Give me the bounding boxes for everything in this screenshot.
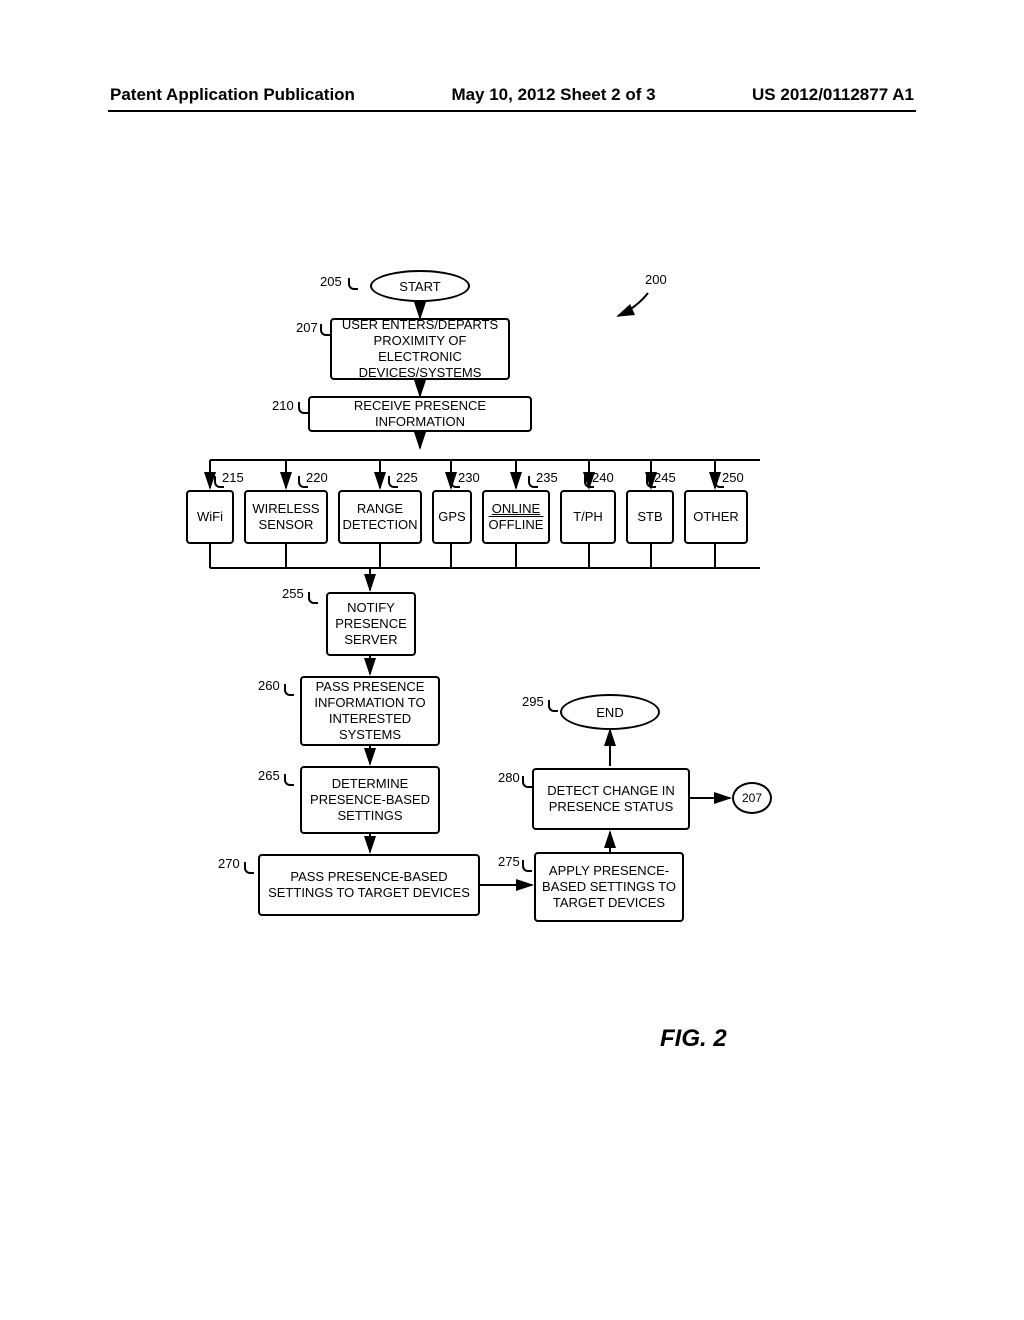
hook-icon <box>548 700 558 712</box>
header-rule <box>108 110 916 112</box>
process-225-label: RANGE DETECTION <box>342 501 417 534</box>
process-255-label: NOTIFY PRESENCE SERVER <box>334 600 408 649</box>
terminator-end-label: END <box>596 705 623 720</box>
hook-icon <box>646 476 656 488</box>
hook-icon <box>308 592 318 604</box>
ref-245: 245 <box>654 470 676 485</box>
ref-280: 280 <box>498 770 520 785</box>
process-220-wireless-sensor: WIRELESS SENSOR <box>244 490 328 544</box>
process-235-online: ONLINE <box>492 501 540 517</box>
hook-icon <box>522 860 532 872</box>
hook-icon <box>284 774 294 786</box>
process-265-label: DETERMINE PRESENCE-BASED SETTINGS <box>308 776 432 825</box>
hook-icon <box>450 476 460 488</box>
hook-icon <box>244 862 254 874</box>
terminator-end: END <box>560 694 660 730</box>
hook-icon <box>298 476 308 488</box>
process-275-label: APPLY PRESENCE-BASED SETTINGS TO TARGET … <box>542 863 676 912</box>
flowchart-diagram: 200 START 205 USER ENTERS/DEPARTS PROXIM… <box>0 260 1024 1060</box>
ref-240: 240 <box>592 470 614 485</box>
process-280-label: DETECT CHANGE IN PRESENCE STATUS <box>540 783 682 816</box>
connector-207: 207 <box>732 782 772 814</box>
process-250-label: OTHER <box>693 509 739 525</box>
ref-215: 215 <box>222 470 244 485</box>
hook-icon <box>584 476 594 488</box>
ref-265: 265 <box>258 768 280 783</box>
ref-207: 207 <box>296 320 318 335</box>
process-215-wifi: WiFi <box>186 490 234 544</box>
hook-icon <box>214 476 224 488</box>
connector-layer <box>0 260 1024 1060</box>
process-245-stb: STB <box>626 490 674 544</box>
ref-295: 295 <box>522 694 544 709</box>
ref-200: 200 <box>645 272 667 287</box>
terminator-start-label: START <box>399 279 440 294</box>
process-235-offline: OFFLINE <box>489 517 544 533</box>
hook-icon <box>284 684 294 696</box>
ref-270: 270 <box>218 856 240 871</box>
terminator-start: START <box>370 270 470 302</box>
process-215-label: WiFi <box>197 509 223 525</box>
ref-230: 230 <box>458 470 480 485</box>
process-210-label: RECEIVE PRESENCE INFORMATION <box>316 398 524 431</box>
process-235-online-offline: ONLINE OFFLINE <box>482 490 550 544</box>
ref-250: 250 <box>722 470 744 485</box>
ref-260: 260 <box>258 678 280 693</box>
process-230-gps: GPS <box>432 490 472 544</box>
header-publication: Patent Application Publication <box>110 85 355 105</box>
process-265: DETERMINE PRESENCE-BASED SETTINGS <box>300 766 440 834</box>
ref-205: 205 <box>320 274 342 289</box>
process-245-label: STB <box>637 509 662 525</box>
figure-label: FIG. 2 <box>660 1025 727 1053</box>
process-270-label: PASS PRESENCE-BASED SETTINGS TO TARGET D… <box>266 869 472 902</box>
process-207: USER ENTERS/DEPARTS PROXIMITY OF ELECTRO… <box>330 318 510 380</box>
ref-235: 235 <box>536 470 558 485</box>
ref-225: 225 <box>396 470 418 485</box>
ref-210: 210 <box>272 398 294 413</box>
process-250-other: OTHER <box>684 490 748 544</box>
page-header: Patent Application Publication May 10, 2… <box>0 85 1024 105</box>
hook-icon <box>298 402 308 414</box>
process-220-label: WIRELESS SENSOR <box>252 501 320 534</box>
header-date-sheet: May 10, 2012 Sheet 2 of 3 <box>451 85 655 105</box>
process-275: APPLY PRESENCE-BASED SETTINGS TO TARGET … <box>534 852 684 922</box>
hook-icon <box>714 476 724 488</box>
process-207-label: USER ENTERS/DEPARTS PROXIMITY OF ELECTRO… <box>338 317 502 382</box>
ref-275: 275 <box>498 854 520 869</box>
connector-207-label: 207 <box>742 791 762 805</box>
hook-icon <box>320 324 330 336</box>
ref-220: 220 <box>306 470 328 485</box>
process-225-range-detection: RANGE DETECTION <box>338 490 422 544</box>
process-280: DETECT CHANGE IN PRESENCE STATUS <box>532 768 690 830</box>
hook-icon <box>388 476 398 488</box>
process-230-label: GPS <box>438 509 465 525</box>
hook-icon <box>348 278 358 290</box>
process-240-tph: T/PH <box>560 490 616 544</box>
hook-icon <box>528 476 538 488</box>
process-255: NOTIFY PRESENCE SERVER <box>326 592 416 656</box>
process-270: PASS PRESENCE-BASED SETTINGS TO TARGET D… <box>258 854 480 916</box>
process-260-label: PASS PRESENCE INFORMATION TO INTERESTED … <box>308 679 432 744</box>
hook-icon <box>522 776 532 788</box>
ref-255: 255 <box>282 586 304 601</box>
process-240-label: T/PH <box>573 509 603 525</box>
header-doc-number: US 2012/0112877 A1 <box>752 85 914 105</box>
process-260: PASS PRESENCE INFORMATION TO INTERESTED … <box>300 676 440 746</box>
process-210: RECEIVE PRESENCE INFORMATION <box>308 396 532 432</box>
